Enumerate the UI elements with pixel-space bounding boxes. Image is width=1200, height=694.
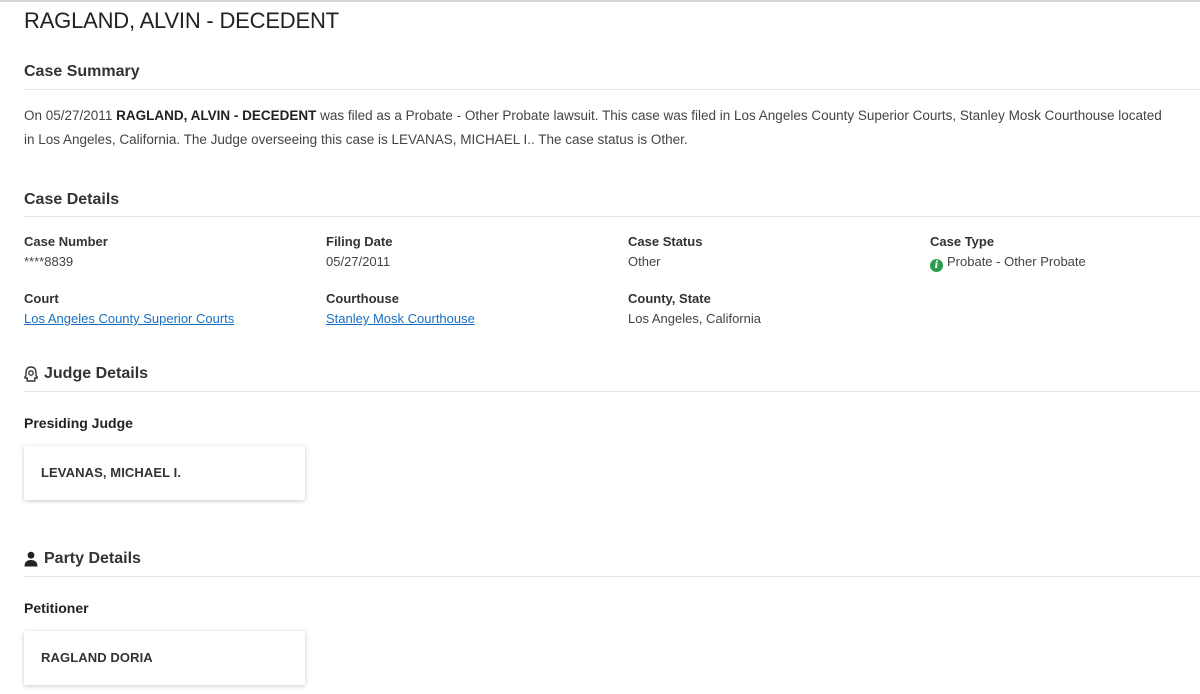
party-details-heading: Party Details [24,550,1200,568]
judge-card: LEVANAS, MICHAEL I. [24,446,305,500]
petitioner-card: RAGLAND DORIA [24,631,305,685]
top-divider [0,0,1200,2]
petitioner-label: Petitioner [24,600,89,616]
case-number-value: ****8839 [24,254,74,269]
petitioner-name: RAGLAND DORIA [41,650,153,665]
info-icon: i [930,259,943,272]
presiding-judge-label: Presiding Judge [24,415,133,431]
case-status-field: Case Status Other [628,233,702,273]
courthouse-link[interactable]: Stanley Mosk Courthouse [326,308,475,330]
summary-case-name: RAGLAND, ALVIN - DECEDENT [116,108,317,123]
case-page: RAGLAND, ALVIN - DECEDENT Case Summary O… [0,0,1200,694]
filing-date-field: Filing Date 05/27/2011 [326,233,392,273]
court-link[interactable]: Los Angeles County Superior Courts [24,308,234,330]
section-divider [24,89,1200,90]
section-divider [24,576,1200,577]
case-type-value: Probate - Other Probate [947,254,1086,269]
page-title: RAGLAND, ALVIN - DECEDENT [24,8,339,33]
case-type-field: Case Type i Probate - Other Probate [930,234,1086,272]
courthouse-field: Courthouse Stanley Mosk Courthouse [326,290,475,330]
case-details-heading: Case Details [24,191,120,208]
county-state-field: County, State Los Angeles, California [628,290,761,330]
judge-details-heading: Judge Details [24,365,1200,383]
case-status-value: Other [628,254,661,269]
judge-icon [24,366,38,382]
section-divider [24,216,1200,217]
filing-date-value: 05/27/2011 [326,254,391,269]
county-state-value: Los Angeles, California [628,311,761,326]
judge-name: LEVANAS, MICHAEL I. [41,465,182,480]
section-divider [24,391,1200,392]
case-number-field: Case Number ****8839 [24,233,108,273]
case-summary-heading: Case Summary [24,63,140,80]
person-icon [24,551,38,567]
court-field: Court Los Angeles County Superior Courts [24,290,234,330]
case-summary-text: On 05/27/2011 RAGLAND, ALVIN - DECEDENT … [24,108,1162,147]
